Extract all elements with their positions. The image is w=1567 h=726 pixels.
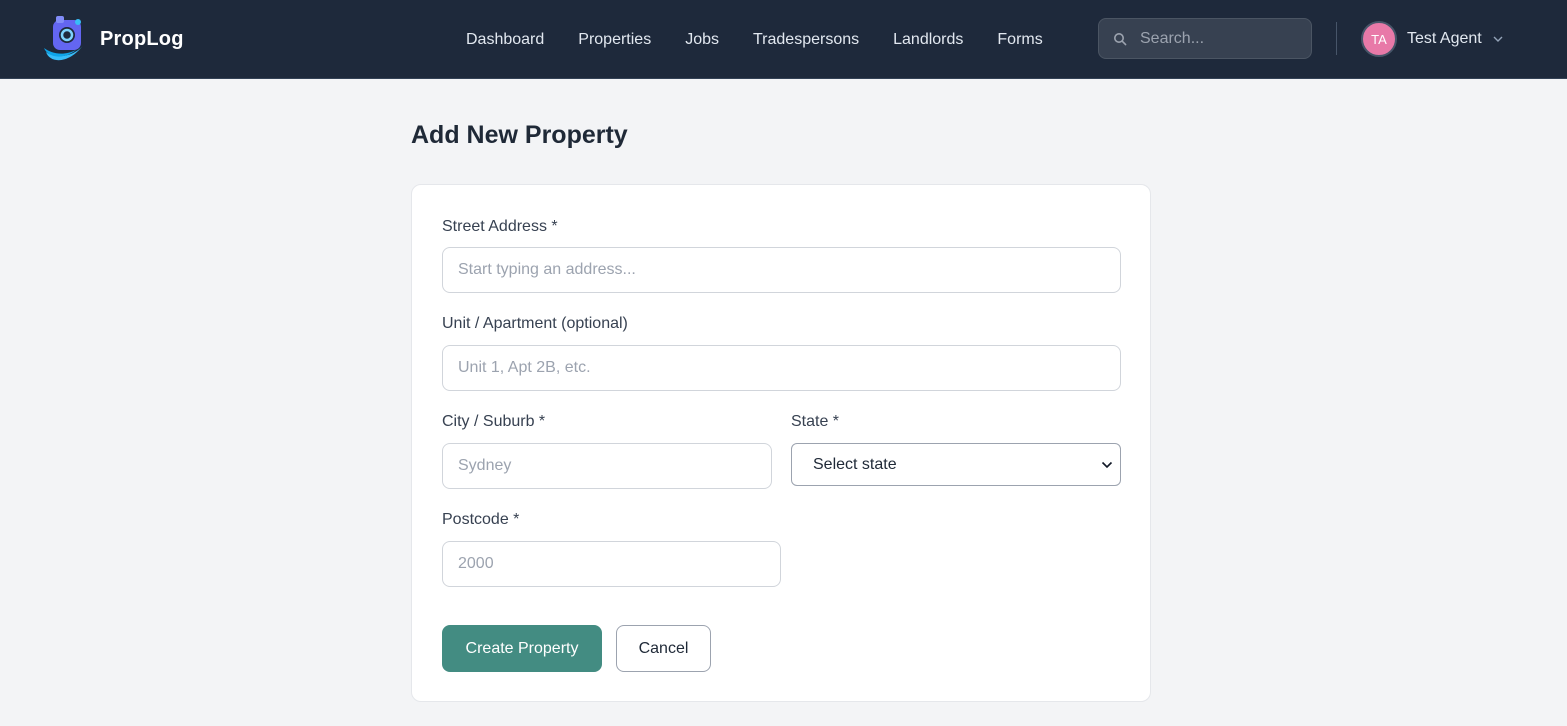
main-nav: Dashboard Properties Jobs Tradespersons …	[449, 0, 1060, 79]
app-name: PropLog	[100, 27, 184, 50]
avatar: TA	[1361, 21, 1397, 57]
postcode-input[interactable]	[442, 541, 781, 587]
unit-input[interactable]	[442, 345, 1121, 391]
navbar-divider	[1336, 22, 1337, 55]
city-input[interactable]	[442, 443, 772, 489]
state-label: State *	[791, 413, 840, 430]
top-navbar: PropLog Dashboard Properties Jobs Trades…	[0, 0, 1567, 79]
postcode-label: Postcode *	[442, 511, 520, 528]
street-address-label: Street Address *	[442, 218, 558, 235]
state-select[interactable]: Select state	[791, 443, 1121, 486]
state-select-value: Select state	[813, 455, 897, 473]
add-property-form: Street Address * Unit / Apartment (optio…	[411, 184, 1151, 702]
proplog-logo-icon	[44, 16, 84, 61]
user-menu[interactable]: TA Test Agent	[1361, 21, 1504, 57]
cancel-button[interactable]: Cancel	[616, 625, 711, 672]
app-logo[interactable]: PropLog	[40, 14, 184, 64]
city-label: City / Suburb *	[442, 413, 546, 430]
page-title: Add New Property	[411, 121, 628, 149]
unit-label: Unit / Apartment (optional)	[442, 315, 628, 332]
chevron-down-icon	[1493, 36, 1503, 42]
search-box[interactable]	[1098, 18, 1312, 59]
nav-item-jobs[interactable]: Jobs	[668, 31, 736, 49]
nav-item-properties[interactable]: Properties	[561, 31, 668, 49]
nav-item-forms[interactable]: Forms	[980, 31, 1059, 49]
create-property-button[interactable]: Create Property	[442, 625, 602, 672]
user-name: Test Agent	[1407, 30, 1482, 47]
nav-item-landlords[interactable]: Landlords	[876, 31, 980, 49]
search-icon	[1114, 32, 1127, 45]
chevron-down-icon	[1101, 461, 1113, 469]
nav-item-dashboard[interactable]: Dashboard	[449, 31, 561, 49]
nav-item-tradespersons[interactable]: Tradespersons	[736, 31, 876, 49]
street-address-input[interactable]	[442, 247, 1121, 293]
search-input[interactable]	[1140, 29, 1300, 48]
